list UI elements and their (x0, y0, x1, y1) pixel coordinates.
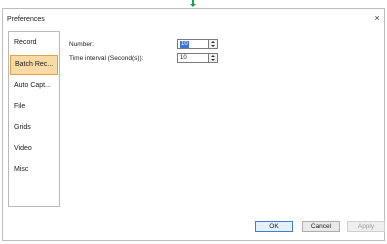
spin-up-icon[interactable] (211, 41, 215, 43)
title-bar: Preferences × (3, 9, 384, 29)
time-interval-value: 10 (180, 55, 187, 61)
dialog-title: Preferences (7, 16, 45, 23)
sidebar-item-label: Record (14, 39, 37, 46)
time-interval-row: Time interval (Second(s)): 10 (69, 53, 229, 65)
sidebar-item-file[interactable]: File (10, 97, 58, 117)
button-bar: OK Cancel Apply (3, 216, 385, 240)
ok-button[interactable]: OK (255, 221, 293, 232)
spin-down-icon[interactable] (211, 59, 215, 61)
sidebar-item-video[interactable]: Video (10, 139, 58, 159)
top-indicator-arrow (190, 0, 196, 7)
spin-down-icon[interactable] (211, 45, 215, 47)
category-list: Record Batch Rec... Auto Capt... File Gr… (8, 31, 60, 207)
sidebar-item-label: Grids (14, 124, 31, 131)
time-interval-label: Time interval (Second(s)): (69, 55, 144, 62)
number-label: Number: (69, 41, 94, 48)
sidebar-item-grids[interactable]: Grids (10, 118, 58, 138)
time-interval-spinner[interactable] (208, 53, 218, 63)
number-spinner[interactable] (208, 39, 218, 49)
sidebar-item-auto-capture[interactable]: Auto Capt... (10, 76, 58, 96)
sidebar-item-label: File (14, 103, 26, 110)
sidebar-item-label: Misc (14, 166, 29, 173)
time-interval-input[interactable]: 10 (177, 53, 212, 63)
sidebar-item-record[interactable]: Record (10, 33, 58, 53)
sidebar-item-label: Batch Rec... (15, 61, 54, 68)
number-input[interactable]: 10 (177, 39, 212, 49)
close-icon[interactable]: × (372, 13, 382, 23)
number-row: Number: 10 (69, 39, 229, 51)
preferences-dialog: Preferences × Record Batch Rec... Auto C… (2, 8, 385, 241)
sidebar-item-misc[interactable]: Misc (10, 160, 58, 180)
sidebar-item-label: Auto Capt... (14, 82, 51, 89)
number-value: 10 (180, 41, 189, 48)
apply-button[interactable]: Apply (347, 221, 385, 232)
sidebar-item-label: Video (14, 145, 32, 152)
cancel-button[interactable]: Cancel (302, 221, 340, 232)
spin-up-icon[interactable] (211, 55, 215, 57)
sidebar-item-batch-record[interactable]: Batch Rec... (10, 55, 58, 75)
